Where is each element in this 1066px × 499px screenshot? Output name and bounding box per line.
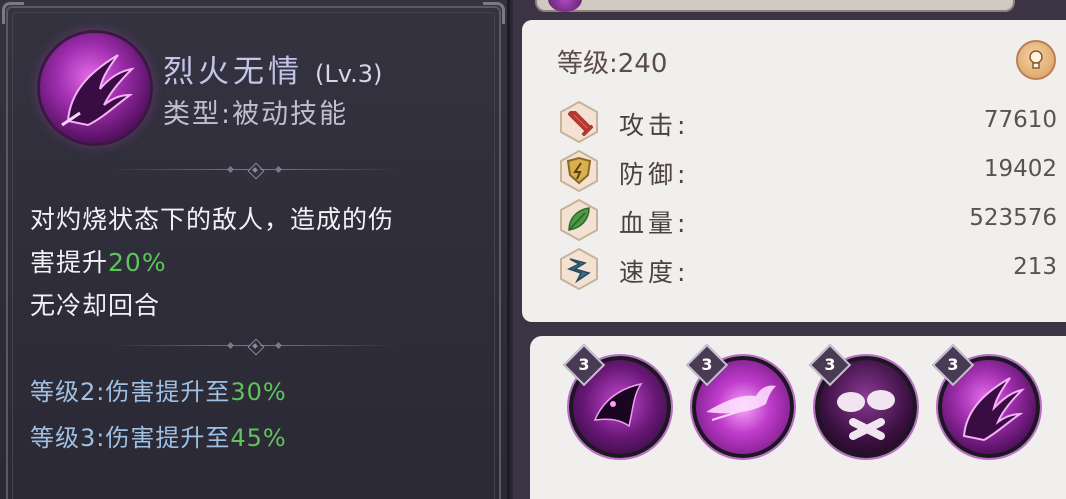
- level-upgrade-value: 45%: [230, 424, 287, 452]
- skill-tooltip: 烈火无情 (Lv.3) 类型:被动技能 对灼烧状态下的敌人，造成的伤 害提升20…: [0, 0, 510, 499]
- frame-corner-ornament: [483, 2, 505, 24]
- stat-value: 19402: [983, 156, 1057, 182]
- wind-icon: [557, 247, 601, 291]
- skill-title-row: 烈火无情 (Lv.3): [163, 46, 382, 91]
- lightbulb-icon[interactable]: [1016, 40, 1056, 80]
- stat-label: 血量:: [619, 209, 690, 238]
- stat-row-hp: 血量: 523576: [557, 198, 1057, 244]
- stat-row-defense: 防御: 19402: [557, 149, 1057, 195]
- description-text: 害提升: [30, 248, 109, 277]
- sword-icon: [557, 100, 601, 144]
- skill-type: 类型:被动技能: [163, 99, 349, 130]
- skill-level-number: 3: [947, 355, 959, 374]
- stat-value: 523576: [969, 205, 1057, 231]
- frame-corner-ornament: [2, 2, 24, 24]
- level-upgrade-text: 等级2:伤害提升至: [30, 378, 231, 406]
- level-upgrade-line: 等级2:伤害提升至30%: [30, 372, 287, 407]
- divider: [30, 338, 480, 354]
- stat-label: 防御:: [619, 160, 690, 189]
- character-grade: 等级:240: [557, 49, 668, 79]
- leaf-icon: [557, 198, 601, 242]
- wing-skill-icon: [40, 33, 150, 143]
- diamond-ornament-icon: [247, 162, 263, 178]
- stat-label: 攻击:: [619, 111, 690, 140]
- stat-row-speed: 速度: 213: [557, 247, 1057, 293]
- skill-level-number: 3: [824, 355, 836, 374]
- skill-slot[interactable]: 3: [562, 343, 675, 462]
- stat-row-attack: 攻击: 77610: [557, 100, 1057, 146]
- diamond-ornament-icon: [247, 338, 263, 354]
- stat-value: 77610: [983, 107, 1057, 133]
- level-upgrade-text: 等级3:伤害提升至: [30, 424, 231, 452]
- divider: [30, 162, 480, 178]
- description-line: 害提升20%: [30, 241, 490, 284]
- skill-name: 烈火无情: [163, 54, 303, 90]
- stat-value: 213: [1013, 254, 1057, 280]
- damage-bonus-value: 20%: [108, 248, 167, 277]
- skill-slot[interactable]: 3: [685, 343, 798, 462]
- shield-icon: [557, 149, 601, 193]
- skill-level-number: 3: [578, 355, 590, 374]
- skill-description: 对灼烧状态下的敌人，造成的伤 害提升20% 无冷却回合: [30, 198, 490, 327]
- description-line: 对灼烧状态下的敌人，造成的伤: [30, 205, 395, 234]
- top-tab[interactable]: [535, 0, 1015, 12]
- level-upgrade-line: 等级3:伤害提升至45%: [30, 418, 287, 453]
- level-upgrade-value: 30%: [230, 378, 287, 406]
- description-line: 无冷却回合: [30, 291, 161, 320]
- stat-label: 速度:: [619, 258, 690, 287]
- skill-slot[interactable]: 3: [808, 343, 921, 462]
- skill-level-number: 3: [701, 355, 713, 374]
- skill-level: (Lv.3): [315, 60, 383, 88]
- skill-slot[interactable]: 3: [931, 343, 1044, 462]
